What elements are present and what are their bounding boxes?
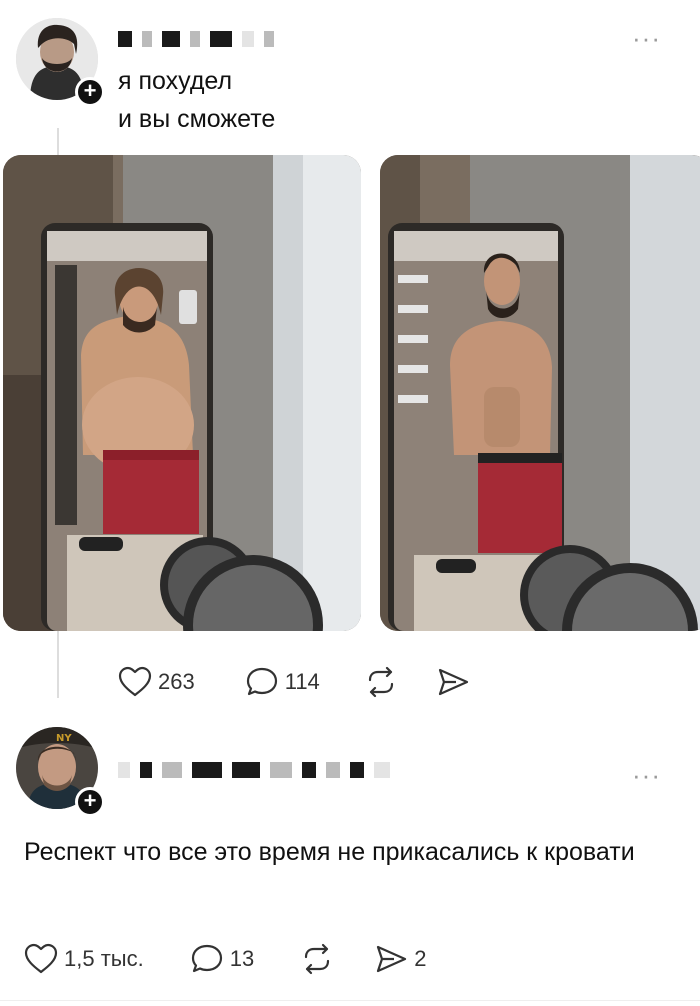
share-button[interactable]: 2 — [374, 943, 426, 975]
share-count: 2 — [414, 946, 427, 971]
send-icon — [377, 945, 407, 973]
send-icon — [438, 668, 468, 696]
repost-button[interactable] — [364, 666, 398, 698]
comment-count: 13 — [229, 946, 255, 971]
like-count: 263 — [158, 669, 195, 694]
comment-bubble-icon — [191, 944, 222, 973]
repost-icon — [368, 666, 393, 698]
heart-icon — [118, 666, 152, 697]
like-button[interactable]: 1,5 тыс. — [24, 943, 144, 975]
replier-username[interactable] — [118, 761, 400, 783]
repost-icon — [305, 943, 330, 975]
plus-icon: + — [83, 78, 97, 103]
post-text-line: я похудел — [118, 67, 233, 95]
post-photo-after[interactable] — [380, 155, 700, 631]
follow-button[interactable]: + — [75, 787, 105, 817]
reply-post: NY + ··· Респект что все это время не пр… — [0, 725, 700, 1006]
post-text-line: и вы сможете — [118, 105, 276, 133]
post-photo-before[interactable] — [3, 155, 361, 631]
like-count: 1,5 тыс. — [64, 946, 144, 971]
repost-button[interactable] — [300, 943, 334, 975]
divider — [0, 1000, 700, 1001]
plus-icon: + — [83, 788, 97, 813]
like-button[interactable]: 263 — [118, 666, 195, 698]
comment-count: 114 — [284, 669, 320, 694]
reply-text: Респект что все это время не прикасались… — [24, 838, 635, 866]
more-dots-icon[interactable]: ··· — [632, 762, 661, 788]
share-button[interactable] — [436, 666, 470, 698]
follow-button[interactable]: + — [75, 77, 105, 107]
heart-icon — [24, 943, 58, 974]
svg-text:NY: NY — [56, 733, 72, 744]
post-actions: 263 114 — [118, 666, 470, 698]
post: + ··· я похудел и вы сможете 263 114 — [0, 0, 700, 725]
author-username[interactable] — [118, 30, 284, 52]
reply-actions: 1,5 тыс. 13 2 — [24, 943, 426, 975]
post-text: я похудел и вы сможете — [118, 62, 275, 138]
comment-bubble-icon — [246, 667, 277, 696]
comment-button[interactable]: 114 — [245, 666, 320, 698]
comment-button[interactable]: 13 — [190, 943, 254, 975]
more-dots-icon[interactable]: ··· — [632, 25, 661, 51]
